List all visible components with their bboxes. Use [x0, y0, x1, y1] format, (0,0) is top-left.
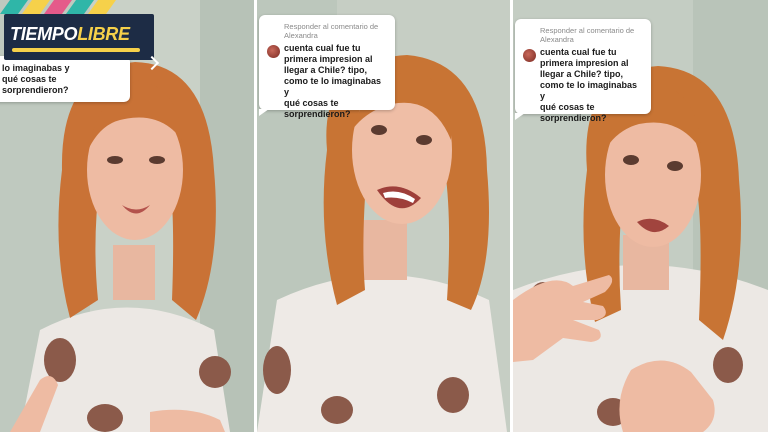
tiempo-libre-logo: TIEMPOLIBRE: [0, 0, 160, 71]
comment-question-text: cuenta cual fue tu primera impresion al …: [284, 43, 382, 119]
commenter-avatar: [267, 45, 280, 58]
logo-word-libre: LIBRE: [77, 24, 130, 44]
video-frame-1: lo imaginabas y qué cosas te sorprendier…: [0, 0, 254, 432]
sticker-tail: [259, 109, 269, 116]
comment-reply-sticker: Responder al comentario de Alexandra cue…: [259, 15, 395, 119]
video-frame-2: Responder al comentario de Alexandra cue…: [257, 0, 510, 432]
sticker-tail: [515, 113, 525, 120]
comment-question-text: cuenta cual fue tu primera impresion al …: [540, 47, 638, 123]
commenter-avatar: [523, 49, 536, 62]
comment-reply-header: Responder al comentario de Alexandra: [284, 22, 379, 40]
comment-reply-header: Responder al comentario de Alexandra: [540, 26, 635, 44]
logo-word-tiempo: TIEMPO: [10, 24, 78, 44]
comment-reply-sticker: Responder al comentario de Alexandra cue…: [515, 19, 651, 123]
video-frame-3: Responder al comentario de Alexandra cue…: [513, 0, 768, 432]
logo-stripes-icon: [0, 0, 116, 14]
logo-wordmark: TIEMPOLIBRE: [10, 24, 130, 45]
comment-question-text: lo imaginabas y qué cosas te sorprendier…: [2, 63, 70, 95]
logo-underline: [12, 48, 140, 52]
